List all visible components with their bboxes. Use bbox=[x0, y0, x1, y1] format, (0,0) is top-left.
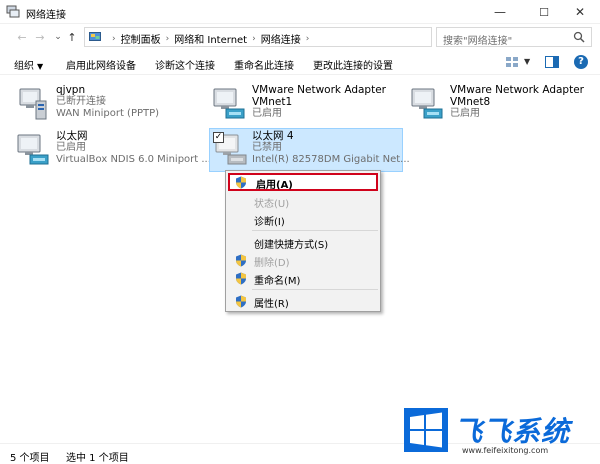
command-bar: 组织 ▼ 启用此网络设备 诊断这个连接 重命名此连接 更改此连接的设置 ▼ ? bbox=[0, 50, 600, 75]
search-input[interactable]: 搜索"网络连接" bbox=[436, 27, 592, 47]
address-bar[interactable]: › 控制面板 › 网络和 Internet › 网络连接 › ⌄ ⟳ bbox=[84, 27, 511, 47]
menu-item-rename[interactable]: 重命名(M) bbox=[228, 269, 378, 287]
connection-status: 已启用 bbox=[56, 142, 86, 153]
diagnose-button[interactable]: 诊断这个连接 bbox=[155, 57, 215, 72]
connection-name: VMware Network Adapter bbox=[450, 84, 584, 96]
menu-item-label: 状态(U) bbox=[254, 199, 290, 210]
uac-shield-icon bbox=[236, 254, 246, 267]
up-button[interactable]: ↑ bbox=[64, 28, 80, 46]
breadcrumb-separator-icon[interactable]: › bbox=[306, 34, 310, 44]
preview-pane-icon[interactable] bbox=[545, 56, 559, 68]
connection-device: Intel(R) 82578DM Gigabit Net... bbox=[252, 154, 410, 165]
connection-device: VirtualBox NDIS 6.0 Miniport ... bbox=[56, 154, 211, 165]
enable-device-button[interactable]: 启用此网络设备 bbox=[66, 57, 136, 72]
menu-item-label: 重命名(M) bbox=[254, 276, 301, 287]
network-adapter-icon bbox=[411, 88, 443, 119]
title-bar: 网络连接 — ☐ ✕ bbox=[0, 0, 600, 24]
connection-texts: VMware Network Adapter VMnet8 已启用 bbox=[450, 84, 584, 120]
address-row: ← → ⌄ ↑ › 控制面板 › 网络和 Internet › 网络连接 › ⌄… bbox=[0, 24, 600, 50]
watermark-brand: 飞飞系统 bbox=[454, 415, 571, 448]
menu-item-label: 诊断(I) bbox=[254, 217, 285, 228]
menu-item-status[interactable]: 状态(U) bbox=[228, 192, 378, 210]
breadcrumb-separator-icon[interactable]: › bbox=[252, 34, 256, 44]
close-button[interactable]: ✕ bbox=[560, 0, 600, 24]
help-icon[interactable]: ? bbox=[574, 55, 588, 69]
organize-button[interactable]: 组织 ▼ bbox=[14, 57, 43, 72]
connection-ethernet-4[interactable]: ✓ 以太网 4 已禁用 Intel(R) 82578DM Gigabit Net… bbox=[209, 128, 410, 172]
breadcrumb: › 控制面板 › 网络和 Internet › 网络连接 › bbox=[107, 31, 314, 47]
watermark-url: www.feifeixitong.com bbox=[462, 446, 549, 455]
connection-status: 已禁用 bbox=[252, 142, 282, 153]
menu-item-label: 创建快捷方式(S) bbox=[254, 240, 329, 251]
view-dropdown-icon[interactable]: ▼ bbox=[524, 57, 530, 66]
connection-vmnet8[interactable]: VMware Network Adapter VMnet8 已启用 bbox=[408, 83, 598, 127]
watermark: 飞飞系统 www.feifeixitong.com bbox=[404, 406, 596, 458]
windows-logo-icon bbox=[404, 408, 448, 452]
item-count: 5 个项目 bbox=[10, 453, 50, 464]
connection-ethernet[interactable]: 以太网 已启用 VirtualBox NDIS 6.0 Miniport ... bbox=[14, 129, 211, 173]
breadcrumb-separator-icon[interactable]: › bbox=[166, 34, 170, 44]
connection-texts: 以太网 4 已禁用 Intel(R) 82578DM Gigabit Net..… bbox=[252, 130, 410, 166]
menu-item-diagnose[interactable]: 诊断(I) bbox=[228, 210, 378, 228]
menu-separator bbox=[252, 289, 378, 290]
connection-texts: VMware Network Adapter VMnet1 已启用 bbox=[252, 84, 386, 120]
organize-label: 组织 bbox=[14, 61, 34, 72]
connection-texts: qjvpn 已断开连接 WAN Miniport (PPTP) bbox=[56, 84, 159, 120]
window-title: 网络连接 bbox=[26, 10, 66, 21]
network-adapter-icon bbox=[213, 88, 245, 119]
breadcrumb-separator-icon: › bbox=[112, 33, 116, 44]
change-view-icon[interactable] bbox=[505, 55, 519, 69]
menu-item-delete[interactable]: 删除(D) bbox=[228, 251, 378, 269]
change-settings-button[interactable]: 更改此连接的设置 bbox=[313, 57, 393, 72]
breadcrumb-network-internet[interactable]: 网络和 Internet bbox=[174, 31, 247, 46]
context-menu: 启用(A) 状态(U) 诊断(I) 创建快捷方式(S) 删除(D) 重命名(M) bbox=[225, 170, 381, 312]
connection-name: 以太网 bbox=[56, 130, 88, 142]
uac-shield-icon bbox=[236, 272, 246, 285]
connection-device: WAN Miniport (PPTP) bbox=[56, 108, 160, 119]
menu-item-enable[interactable]: 启用(A) bbox=[228, 173, 378, 191]
connection-texts: 以太网 已启用 VirtualBox NDIS 6.0 Miniport ... bbox=[56, 130, 211, 166]
selection-checkbox[interactable]: ✓ bbox=[213, 132, 224, 143]
search-icon bbox=[573, 31, 585, 43]
forward-button[interactable]: → bbox=[32, 28, 48, 46]
connection-status: 已断开连接 bbox=[56, 96, 106, 107]
connection-name: qjvpn bbox=[56, 84, 86, 96]
network-connections-icon bbox=[6, 5, 20, 18]
menu-item-create-shortcut[interactable]: 创建快捷方式(S) bbox=[228, 233, 378, 251]
connection-name-line2: VMnet1 bbox=[252, 96, 293, 108]
menu-item-properties[interactable]: 属性(R) bbox=[228, 292, 378, 310]
back-button[interactable]: ← bbox=[14, 28, 30, 46]
uac-shield-icon bbox=[236, 295, 246, 308]
network-adapter-icon bbox=[17, 134, 49, 165]
search-placeholder: 搜索"网络连接" bbox=[443, 36, 513, 47]
minimize-button[interactable]: — bbox=[480, 0, 520, 24]
connection-name: 以太网 4 bbox=[252, 130, 294, 142]
menu-item-label: 删除(D) bbox=[254, 258, 290, 269]
breadcrumb-control-panel[interactable]: 控制面板 bbox=[121, 31, 161, 46]
chevron-down-icon: ▼ bbox=[37, 62, 44, 71]
connection-name: VMware Network Adapter bbox=[252, 84, 386, 96]
control-panel-icon bbox=[89, 32, 101, 41]
breadcrumb-network-connections[interactable]: 网络连接 bbox=[261, 31, 301, 46]
menu-separator bbox=[252, 230, 378, 231]
connection-status: 已启用 bbox=[252, 108, 282, 119]
connection-name-line2: VMnet8 bbox=[450, 96, 491, 108]
rename-button[interactable]: 重命名此连接 bbox=[234, 57, 294, 72]
connection-vmnet1[interactable]: VMware Network Adapter VMnet1 已启用 bbox=[210, 83, 405, 127]
menu-item-label: 属性(R) bbox=[254, 299, 289, 310]
maximize-button[interactable]: ☐ bbox=[524, 0, 564, 24]
connection-qjvpn[interactable]: qjvpn 已断开连接 WAN Miniport (PPTP) bbox=[14, 83, 204, 127]
menu-item-label: 启用(A) bbox=[256, 180, 293, 191]
connection-status: 已启用 bbox=[450, 108, 480, 119]
vpn-connection-icon bbox=[19, 88, 47, 120]
uac-shield-icon bbox=[236, 176, 246, 189]
selected-count: 选中 1 个项目 bbox=[66, 453, 129, 464]
